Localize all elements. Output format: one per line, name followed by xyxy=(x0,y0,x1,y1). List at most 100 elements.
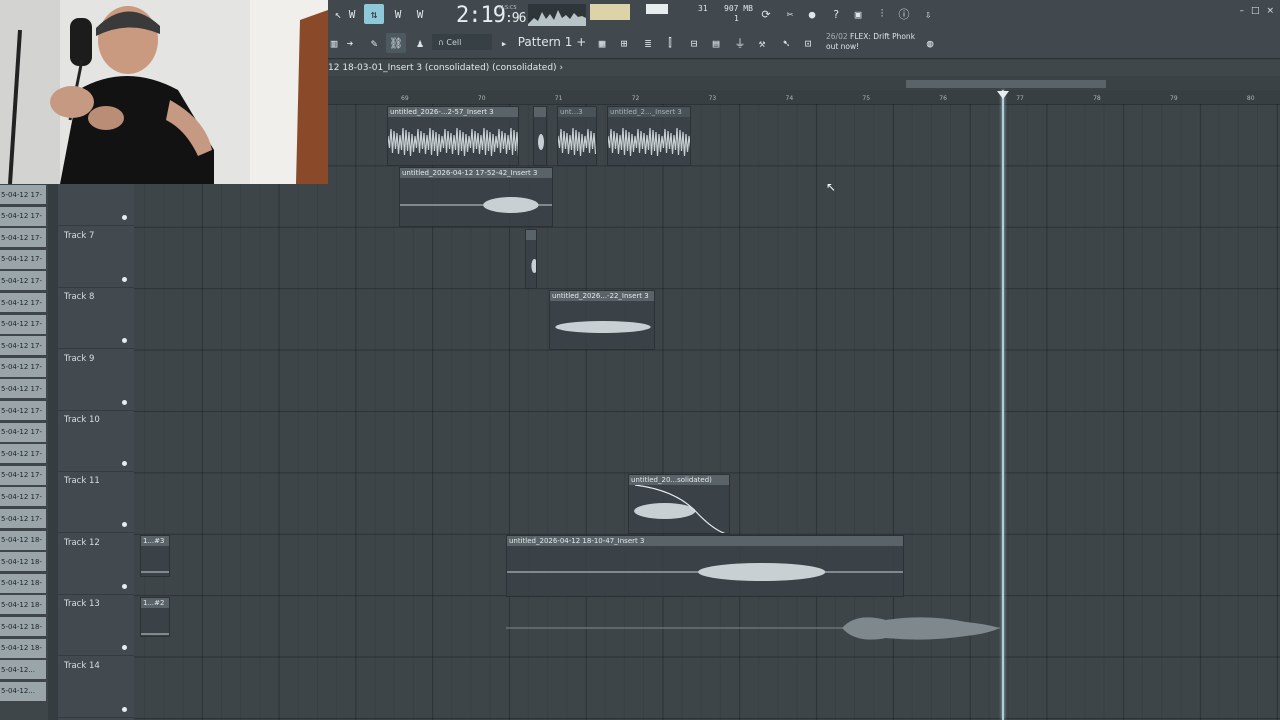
browser-file-item[interactable]: 5-04-12 17- xyxy=(0,357,46,377)
mixer-sliders-icon[interactable]: ⫿ xyxy=(660,33,680,53)
playlist-title-bar[interactable]: 12 18-03-01_Insert 3 (consolidated) (con… xyxy=(328,60,1280,76)
browser-file-item[interactable]: 5-04-12 17- xyxy=(0,206,46,226)
browser-file-item[interactable]: 5-04-12 18- xyxy=(0,595,46,615)
tools-icon[interactable]: ⚒ xyxy=(752,33,772,53)
snap-selector[interactable]: ∩ Cell xyxy=(432,34,492,50)
browser-file-item[interactable]: 5-04-12 17- xyxy=(0,422,46,442)
browser-file-item[interactable]: 5-04-12 17- xyxy=(0,249,46,269)
mouse-cursor-icon: ↖ xyxy=(826,180,837,194)
track-mute-dot-icon[interactable] xyxy=(122,399,127,405)
help-icon[interactable]: ? xyxy=(826,4,846,24)
audio-clip[interactable]: untitled_20...solidated) xyxy=(628,474,730,534)
minimize-button[interactable]: – xyxy=(1239,6,1244,16)
audio-clip[interactable]: untitled_2026...-22_Insert 3 xyxy=(549,290,655,350)
bar-number: 74 xyxy=(785,95,794,102)
cart-icon[interactable]: ⊡ xyxy=(798,33,818,53)
play-arrow-icon[interactable]: ▸ xyxy=(494,33,514,53)
stamp-icon[interactable]: ♟ xyxy=(410,33,430,53)
track-mute-dot-icon[interactable] xyxy=(122,583,127,589)
browser-file-item[interactable]: 5-04-12 18- xyxy=(0,530,46,550)
track-header[interactable]: Track 9 xyxy=(58,350,134,411)
track-mute-dot-icon[interactable] xyxy=(122,522,127,528)
playlist-horizontal-scrollbar[interactable] xyxy=(328,77,1280,89)
browser-file-item[interactable]: 5-04-12 17- xyxy=(0,271,46,291)
wave-toggle-button[interactable]: W xyxy=(342,4,362,24)
scrollbar-thumb[interactable] xyxy=(906,80,1106,88)
browser-file-item[interactable]: 5-04-12 17- xyxy=(0,487,46,507)
mixer-icon[interactable]: ⫶ xyxy=(872,4,892,24)
undo-icon[interactable]: ⟳ xyxy=(756,4,776,24)
track-header[interactable]: Track 10 xyxy=(58,411,134,472)
browser-file-item[interactable]: 5-04-12 17- xyxy=(0,185,46,204)
plug-icon[interactable]: ⏚ xyxy=(730,33,750,53)
bar-number: 78 xyxy=(1093,95,1101,102)
pencil-icon[interactable]: ✎ xyxy=(364,33,384,53)
browser-file-item[interactable]: 5-04-12 17- xyxy=(0,465,46,485)
cpu-waveform-monitor[interactable] xyxy=(528,4,586,26)
browser-file-item[interactable]: 5-04-12... xyxy=(0,681,46,701)
browser-file-item[interactable]: 5-04-12 18- xyxy=(0,552,46,572)
playlist-icon[interactable]: ▦ xyxy=(592,33,612,53)
save-icon[interactable]: ▣ xyxy=(848,4,868,24)
browser-file-item[interactable]: 5-04-12... xyxy=(0,660,46,680)
browser-scrollbar[interactable] xyxy=(48,184,58,720)
track-mute-dot-icon[interactable] xyxy=(122,645,127,651)
link-icon[interactable]: ⛓ xyxy=(386,33,406,53)
clip-label: untitled_2026-04-12 17-52-42_Insert 3 xyxy=(400,168,552,178)
audio-clip[interactable]: untitled_2026-04-12 18-10-47_Insert 3 xyxy=(506,535,904,597)
close-button[interactable]: × xyxy=(1266,6,1274,16)
track-mute-dot-icon[interactable] xyxy=(122,338,127,344)
audio-clip[interactable] xyxy=(533,106,547,166)
playhead-line[interactable] xyxy=(1002,90,1004,720)
track-mute-dot-icon[interactable] xyxy=(122,215,127,221)
typing-keyboard-button[interactable]: ⇅ xyxy=(364,4,384,24)
track-header[interactable]: Track 8 xyxy=(58,288,134,350)
playhead-marker-icon[interactable] xyxy=(997,91,1009,99)
timeline-ruler[interactable] xyxy=(328,90,1280,105)
browser-file-item[interactable]: 5-04-12 17- xyxy=(0,293,46,312)
news-panel[interactable]: 26/02 FLEX: Drift Phonk out now! xyxy=(826,32,926,52)
arrow-right-icon[interactable]: ➔ xyxy=(340,33,360,53)
audio-clip[interactable]: untitled_2..._Insert 3 xyxy=(607,106,691,166)
browser-file-item[interactable]: 5-04-12 17- xyxy=(0,336,46,356)
pattern-selector[interactable]: Pattern 1 + xyxy=(512,33,592,51)
browser-file-item[interactable]: 5-04-12 17- xyxy=(0,228,46,248)
browser-file-item[interactable]: 5-04-12 18- xyxy=(0,617,46,636)
track-header[interactable]: Track 14 xyxy=(58,657,134,718)
browser-file-item[interactable]: 5-04-12 17- xyxy=(0,444,46,464)
piano-roll-icon[interactable]: ≣ xyxy=(638,33,658,53)
browser-file-item[interactable]: 5-04-12 17- xyxy=(0,509,46,528)
browser-file-item[interactable]: 5-04-12 18- xyxy=(0,638,46,658)
track-name: Track 7 xyxy=(64,230,95,241)
track-mute-dot-icon[interactable] xyxy=(122,276,127,282)
audio-clip[interactable]: untitled_2026-...2-57_Insert 3 xyxy=(387,106,519,166)
browser-file-item[interactable]: 5-04-12 18- xyxy=(0,573,46,593)
cut-icon[interactable]: ✂ xyxy=(780,4,800,24)
track-header[interactable]: Track 11 xyxy=(58,472,134,534)
channel-rack-icon[interactable]: ⊞ xyxy=(614,33,634,53)
tempo-box[interactable] xyxy=(646,4,668,14)
globe-icon[interactable]: ◍ xyxy=(920,33,940,53)
browser-file-item[interactable]: 5-04-12 17- xyxy=(0,314,46,334)
info-icon[interactable]: ⓘ xyxy=(894,4,914,24)
audio-clip[interactable] xyxy=(525,229,537,289)
browser-file-item[interactable]: 5-04-12 17- xyxy=(0,401,46,420)
track-header[interactable]: Track 7 xyxy=(58,227,134,288)
track-mute-dot-icon[interactable] xyxy=(122,706,127,712)
audio-clip[interactable]: unt...3 xyxy=(557,106,597,166)
browser-file-item[interactable]: 5-04-12 17- xyxy=(0,379,46,399)
download-icon[interactable]: ⇩ xyxy=(918,4,938,24)
step-edit-button[interactable]: W xyxy=(388,4,408,24)
track-header[interactable]: Track 12 xyxy=(58,534,134,595)
marker-icon[interactable]: ➷ xyxy=(776,33,796,53)
mic-icon[interactable]: ● xyxy=(802,4,822,24)
audio-clip[interactable]: untitled_2026-04-12 17-52-42_Insert 3 xyxy=(399,167,553,227)
plugin-icon[interactable]: ▤ xyxy=(706,33,726,53)
audio-clip[interactable]: 1...#3 xyxy=(140,535,170,577)
blend-button[interactable]: W xyxy=(410,4,430,24)
browser-tree-icon[interactable]: ⊟ xyxy=(684,33,704,53)
track-header[interactable]: Track 13 xyxy=(58,595,134,657)
audio-clip[interactable]: 1...#2 xyxy=(140,597,170,637)
track-mute-dot-icon[interactable] xyxy=(122,461,127,466)
maximize-button[interactable]: □ xyxy=(1251,6,1260,16)
